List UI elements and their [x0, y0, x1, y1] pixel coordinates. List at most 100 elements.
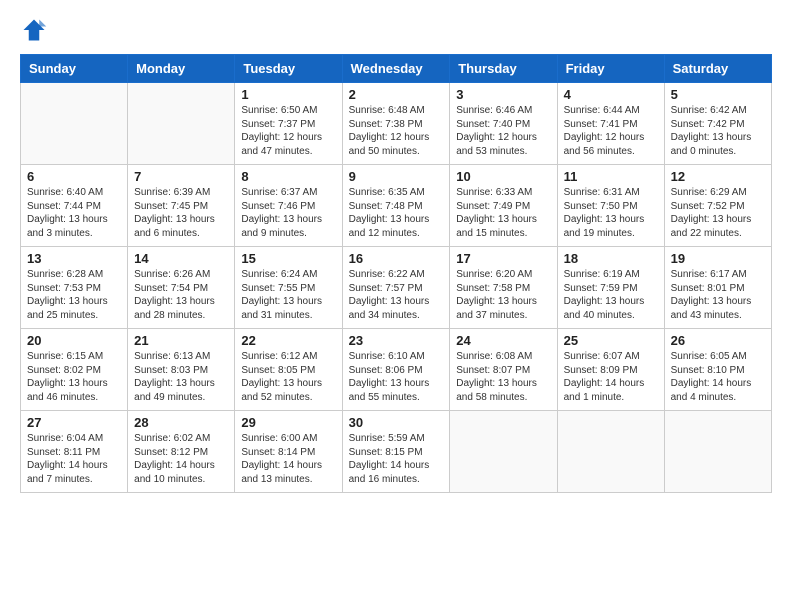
day-info: Sunrise: 6:02 AM Sunset: 8:12 PM Dayligh…	[134, 432, 228, 486]
calendar-cell: 30 Sunrise: 5:59 AM Sunset: 8:15 PM Dayli…	[342, 411, 450, 493]
day-number: 17	[456, 251, 550, 266]
day-number: 25	[564, 333, 658, 348]
calendar-cell: 18Sunrise: 6:19 AM Sunset: 7:59 PM Dayli…	[557, 247, 664, 329]
day-number: 15	[241, 251, 335, 266]
day-number: 9	[349, 169, 444, 184]
day-info: Sunrise: 6:42 AM Sunset: 7:42 PM Dayligh…	[671, 104, 765, 158]
calendar-cell: 23Sunrise: 6:10 AM Sunset: 8:06 PM Dayli…	[342, 329, 450, 411]
day-info: Sunrise: 6:48 AM Sunset: 7:38 PM Dayligh…	[349, 104, 444, 158]
calendar-cell: 22Sunrise: 6:12 AM Sunset: 8:05 PM Dayli…	[235, 329, 342, 411]
logo	[20, 16, 52, 44]
calendar-cell: 29Sunrise: 6:00 AM Sunset: 8:14 PM Dayli…	[235, 411, 342, 493]
calendar-cell	[664, 411, 771, 493]
day-info: Sunrise: 6:07 AM Sunset: 8:09 PM Dayligh…	[564, 350, 658, 404]
day-number: 19	[671, 251, 765, 266]
calendar-table: SundayMondayTuesdayWednesdayThursdayFrid…	[20, 54, 772, 493]
calendar-cell	[21, 83, 128, 165]
day-number: 21	[134, 333, 228, 348]
calendar-cell	[450, 411, 557, 493]
day-number: 5	[671, 87, 765, 102]
day-info: Sunrise: 6:15 AM Sunset: 8:02 PM Dayligh…	[27, 350, 121, 404]
calendar-cell: 17 Sunrise: 6:20 AM Sunset: 7:58 PM Dayli…	[450, 247, 557, 329]
calendar-cell	[557, 411, 664, 493]
day-info: Sunrise: 6:33 AM Sunset: 7:49 PM Dayligh…	[456, 186, 550, 240]
day-info: Sunrise: 6:28 AM Sunset: 7:53 PM Dayligh…	[27, 268, 121, 322]
day-number: 6	[27, 169, 121, 184]
calendar-cell: 6 Sunrise: 6:40 AM Sunset: 7:44 PM Daylig…	[21, 165, 128, 247]
day-number: 13	[27, 251, 121, 266]
day-number: 20	[27, 333, 121, 348]
calendar-cell: 10 Sunrise: 6:33 AM Sunset: 7:49 PM Dayli…	[450, 165, 557, 247]
day-info: Sunrise: 6:29 AM Sunset: 7:52 PM Dayligh…	[671, 186, 765, 240]
calendar-cell: 5 Sunrise: 6:42 AM Sunset: 7:42 PM Daylig…	[664, 83, 771, 165]
day-info: Sunrise: 6:17 AM Sunset: 8:01 PM Dayligh…	[671, 268, 765, 322]
day-number: 10	[456, 169, 550, 184]
day-info: Sunrise: 6:37 AM Sunset: 7:46 PM Dayligh…	[241, 186, 335, 240]
calendar-cell: 27 Sunrise: 6:04 AM Sunset: 8:11 PM Dayli…	[21, 411, 128, 493]
day-number: 28	[134, 415, 228, 430]
day-number: 18	[564, 251, 658, 266]
col-header-monday: Monday	[128, 55, 235, 83]
calendar-cell: 3 Sunrise: 6:46 AM Sunset: 7:40 PM Daylig…	[450, 83, 557, 165]
calendar-cell: 1 Sunrise: 6:50 AM Sunset: 7:37 PM Daylig…	[235, 83, 342, 165]
week-row-2: 6 Sunrise: 6:40 AM Sunset: 7:44 PM Daylig…	[21, 165, 772, 247]
day-info: Sunrise: 6:08 AM Sunset: 8:07 PM Dayligh…	[456, 350, 550, 404]
col-header-saturday: Saturday	[664, 55, 771, 83]
day-info: Sunrise: 6:22 AM Sunset: 7:57 PM Dayligh…	[349, 268, 444, 322]
day-info: Sunrise: 6:20 AM Sunset: 7:58 PM Dayligh…	[456, 268, 550, 322]
calendar-cell: 21 Sunrise: 6:13 AM Sunset: 8:03 PM Dayli…	[128, 329, 235, 411]
calendar-cell: 2Sunrise: 6:48 AM Sunset: 7:38 PM Daylig…	[342, 83, 450, 165]
calendar-cell	[128, 83, 235, 165]
week-row-3: 13 Sunrise: 6:28 AM Sunset: 7:53 PM Dayli…	[21, 247, 772, 329]
day-number: 14	[134, 251, 228, 266]
day-number: 8	[241, 169, 335, 184]
calendar-cell: 28 Sunrise: 6:02 AM Sunset: 8:12 PM Dayli…	[128, 411, 235, 493]
day-number: 23	[349, 333, 444, 348]
calendar-cell: 13 Sunrise: 6:28 AM Sunset: 7:53 PM Dayli…	[21, 247, 128, 329]
day-number: 26	[671, 333, 765, 348]
day-number: 7	[134, 169, 228, 184]
day-info: Sunrise: 5:59 AM Sunset: 8:15 PM Dayligh…	[349, 432, 444, 486]
col-header-tuesday: Tuesday	[235, 55, 342, 83]
calendar-cell: 12 Sunrise: 6:29 AM Sunset: 7:52 PM Dayli…	[664, 165, 771, 247]
day-info: Sunrise: 6:04 AM Sunset: 8:11 PM Dayligh…	[27, 432, 121, 486]
page: SundayMondayTuesdayWednesdayThursdayFrid…	[0, 0, 792, 612]
week-row-4: 20 Sunrise: 6:15 AM Sunset: 8:02 PM Dayli…	[21, 329, 772, 411]
calendar-cell: 19 Sunrise: 6:17 AM Sunset: 8:01 PM Dayli…	[664, 247, 771, 329]
calendar-cell: 8 Sunrise: 6:37 AM Sunset: 7:46 PM Daylig…	[235, 165, 342, 247]
day-number: 11	[564, 169, 658, 184]
day-number: 16	[349, 251, 444, 266]
logo-icon	[20, 16, 48, 44]
calendar-cell: 24Sunrise: 6:08 AM Sunset: 8:07 PM Dayli…	[450, 329, 557, 411]
day-number: 22	[241, 333, 335, 348]
day-number: 1	[241, 87, 335, 102]
day-info: Sunrise: 6:05 AM Sunset: 8:10 PM Dayligh…	[671, 350, 765, 404]
calendar-cell: 15 Sunrise: 6:24 AM Sunset: 7:55 PM Dayli…	[235, 247, 342, 329]
header	[20, 16, 772, 44]
day-info: Sunrise: 6:46 AM Sunset: 7:40 PM Dayligh…	[456, 104, 550, 158]
day-number: 27	[27, 415, 121, 430]
day-info: Sunrise: 6:40 AM Sunset: 7:44 PM Dayligh…	[27, 186, 121, 240]
day-number: 3	[456, 87, 550, 102]
calendar-cell: 16 Sunrise: 6:22 AM Sunset: 7:57 PM Dayli…	[342, 247, 450, 329]
col-header-friday: Friday	[557, 55, 664, 83]
col-header-thursday: Thursday	[450, 55, 557, 83]
calendar-cell: 4Sunrise: 6:44 AM Sunset: 7:41 PM Daylig…	[557, 83, 664, 165]
day-info: Sunrise: 6:35 AM Sunset: 7:48 PM Dayligh…	[349, 186, 444, 240]
calendar-cell: 9 Sunrise: 6:35 AM Sunset: 7:48 PM Daylig…	[342, 165, 450, 247]
day-info: Sunrise: 6:13 AM Sunset: 8:03 PM Dayligh…	[134, 350, 228, 404]
calendar-cell: 26 Sunrise: 6:05 AM Sunset: 8:10 PM Dayli…	[664, 329, 771, 411]
day-number: 30	[349, 415, 444, 430]
day-info: Sunrise: 6:31 AM Sunset: 7:50 PM Dayligh…	[564, 186, 658, 240]
day-number: 29	[241, 415, 335, 430]
week-row-1: 1 Sunrise: 6:50 AM Sunset: 7:37 PM Daylig…	[21, 83, 772, 165]
day-number: 4	[564, 87, 658, 102]
day-info: Sunrise: 6:26 AM Sunset: 7:54 PM Dayligh…	[134, 268, 228, 322]
day-info: Sunrise: 6:39 AM Sunset: 7:45 PM Dayligh…	[134, 186, 228, 240]
calendar-header-row: SundayMondayTuesdayWednesdayThursdayFrid…	[21, 55, 772, 83]
calendar-cell: 7 Sunrise: 6:39 AM Sunset: 7:45 PM Daylig…	[128, 165, 235, 247]
day-info: Sunrise: 6:50 AM Sunset: 7:37 PM Dayligh…	[241, 104, 335, 158]
day-info: Sunrise: 6:24 AM Sunset: 7:55 PM Dayligh…	[241, 268, 335, 322]
day-number: 12	[671, 169, 765, 184]
calendar-cell: 14 Sunrise: 6:26 AM Sunset: 7:54 PM Dayli…	[128, 247, 235, 329]
